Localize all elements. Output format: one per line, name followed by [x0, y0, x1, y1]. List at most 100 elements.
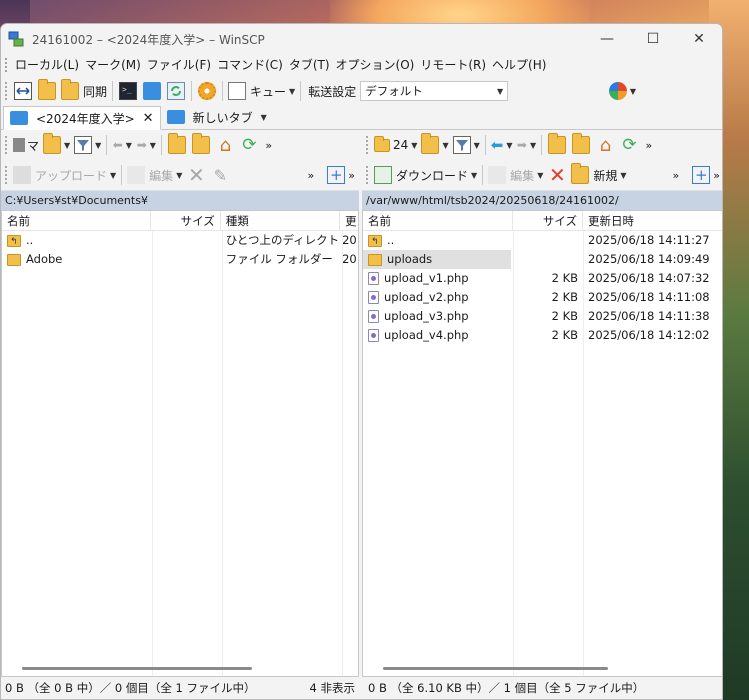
list-item[interactable]: .. 2025/06/18 14:11:27: [363, 231, 722, 250]
toolbar-overflow-icon[interactable]: »: [308, 169, 315, 182]
remote-back-button[interactable]: ⬅ ▼: [489, 133, 515, 157]
local-edit-button[interactable]: 編集 ▼: [125, 163, 184, 187]
minimize-button[interactable]: —: [584, 24, 630, 54]
synchronize-browsing-button[interactable]: [35, 79, 59, 103]
toolbar-grip[interactable]: [366, 136, 369, 154]
hidden-files-status[interactable]: 4 非表示: [310, 680, 355, 696]
list-item[interactable]: upload_v4.php 2 KB 2025/06/18 14:12:02: [363, 326, 722, 345]
queue-button[interactable]: キュー ▼: [226, 79, 297, 103]
menu-command[interactable]: コマンド(C): [214, 55, 286, 75]
local-new-button[interactable]: +: [324, 163, 348, 187]
toolbar-overflow-icon[interactable]: »: [265, 139, 272, 152]
synchronize-button[interactable]: 同期: [59, 79, 109, 103]
preferences-button[interactable]: [195, 79, 219, 103]
menu-help[interactable]: ヘルプ(H): [489, 55, 549, 75]
open-terminal-button[interactable]: [116, 79, 140, 103]
local-col-type[interactable]: 種類: [221, 211, 341, 231]
title-bar[interactable]: 24161002 – <2024年度入学> – WinSCP — ☐ ✕: [1, 24, 722, 54]
local-open-directory-button[interactable]: ▼: [41, 133, 72, 157]
local-list-header: 名前 ^ サイズ 種類 更: [2, 211, 358, 231]
winscp-app-icon: [8, 31, 24, 47]
menu-file[interactable]: ファイル(F): [144, 55, 214, 75]
close-icon[interactable]: ✕: [143, 111, 154, 126]
remote-root-directory-button[interactable]: [569, 133, 593, 157]
list-item[interactable]: .. ひとつ上のディレクトリ 20: [2, 231, 358, 250]
menu-remote[interactable]: リモート(R): [417, 55, 489, 75]
download-icon: [374, 166, 392, 184]
chevron-down-icon: ▼: [442, 140, 449, 150]
remote-path-combo[interactable]: 24 ▼: [372, 133, 419, 157]
local-parent-directory-button[interactable]: [165, 133, 189, 157]
remote-refresh-button[interactable]: ⟳: [617, 133, 641, 157]
file-name: upload_v3.php: [384, 309, 469, 323]
remote-filter-button[interactable]: ▼: [451, 133, 482, 157]
toolbar-separator: [191, 81, 193, 101]
gear-icon: [198, 82, 217, 100]
php-file-icon: [368, 329, 379, 342]
toolbar-overflow-icon[interactable]: »: [645, 139, 652, 152]
menubar-grip[interactable]: [5, 58, 8, 72]
local-filter-button[interactable]: ▼: [72, 133, 103, 157]
download-button[interactable]: ダウンロード ▼: [372, 163, 479, 187]
remote-parent-directory-button[interactable]: [545, 133, 569, 157]
refresh-session-button[interactable]: [164, 79, 188, 103]
maximize-button[interactable]: ☐: [630, 24, 676, 54]
menu-mark[interactable]: マーク(M): [82, 55, 144, 75]
toolbar-grip[interactable]: [5, 82, 8, 100]
remote-forward-button[interactable]: ➡ ▼: [514, 133, 538, 157]
local-path-combo[interactable]: マ: [11, 133, 41, 157]
list-item[interactable]: upload_v1.php 2 KB 2025/06/18 14:07:32: [363, 269, 722, 288]
remote-col-changed[interactable]: 更新日時: [583, 211, 722, 231]
download-label: ダウンロード: [396, 168, 469, 183]
remote-delete-button[interactable]: ✕: [545, 163, 569, 187]
toolbar-grip[interactable]: [366, 166, 369, 184]
local-path-bar[interactable]: C:¥Users¥st¥Documents¥: [1, 190, 359, 210]
local-refresh-button[interactable]: ⟳: [237, 133, 261, 157]
toolbar-grip[interactable]: [5, 136, 8, 154]
toolbar-overflow-icon[interactable]: »: [713, 169, 720, 182]
remote-col-size[interactable]: サイズ: [513, 211, 583, 231]
local-home-button[interactable]: ⌂: [213, 133, 237, 157]
remote-file-list[interactable]: 名前 ^ サイズ 更新日時 .. 2025/06/18 14:11:27 upl…: [362, 210, 722, 677]
remote-home-button[interactable]: ⌂: [593, 133, 617, 157]
list-item[interactable]: upload_v2.php 2 KB 2025/06/18 14:11:08: [363, 288, 722, 307]
transfer-settings-select[interactable]: デフォルト ▼: [360, 81, 509, 101]
toolbar-overflow-icon[interactable]: »: [673, 169, 680, 182]
folder-icon: [374, 135, 390, 152]
tab-new[interactable]: 新しいタブ ▼: [161, 105, 273, 129]
open-putty-button[interactable]: [140, 79, 164, 103]
tab-session[interactable]: <2024年度入学> ✕: [3, 106, 161, 130]
list-item[interactable]: uploads 2025/06/18 14:09:49: [363, 250, 722, 269]
remote-horizontal-scrollbar[interactable]: [383, 667, 608, 670]
local-col-size[interactable]: サイズ: [151, 211, 221, 231]
remote-new-button[interactable]: 新規 ▼: [569, 163, 628, 187]
menu-tab[interactable]: タブ(T): [286, 55, 333, 75]
remote-path-bar[interactable]: /var/www/html/tsb2024/20250618/24161002/: [362, 190, 722, 210]
upload-button[interactable]: アップロード ▼: [11, 163, 118, 187]
local-horizontal-scrollbar[interactable]: [22, 667, 252, 670]
close-window-button[interactable]: ✕: [676, 24, 722, 54]
file-name: upload_v2.php: [384, 290, 469, 304]
toolbar-overflow-icon[interactable]: »: [348, 169, 355, 182]
menu-local[interactable]: ローカル(L): [12, 55, 82, 75]
remote-edit-button[interactable]: 編集 ▼: [486, 163, 545, 187]
remote-open-directory-button[interactable]: ▼: [419, 133, 450, 157]
menu-options[interactable]: オプション(O): [333, 55, 418, 75]
local-col-changed[interactable]: 更: [340, 211, 358, 231]
toolbar-grip[interactable]: [5, 166, 8, 184]
local-delete-button[interactable]: ✕: [184, 163, 208, 187]
local-back-button[interactable]: ⬅ ▼: [110, 133, 134, 157]
local-forward-button[interactable]: ➡ ▼: [134, 133, 158, 157]
list-item[interactable]: Adobe ファイル フォルダー 20: [2, 250, 358, 269]
list-item[interactable]: upload_v3.php 2 KB 2025/06/18 14:11:38: [363, 307, 722, 326]
local-pane: マ ▼ ▼ ⬅ ▼ ➡ ▼ ⌂ ⟳ » アップロード ▼ 編集 ▼ ✕ ✎ » …: [1, 130, 359, 677]
auto-sync-button[interactable]: ▼: [607, 79, 638, 103]
local-root-directory-button[interactable]: [189, 133, 213, 157]
remote-selection-status: 0 B （全 6.10 KB 中）／ 1 個目（全 5 ファイル中）: [368, 681, 645, 695]
home-icon: ⌂: [599, 134, 612, 156]
local-file-list[interactable]: 名前 ^ サイズ 種類 更 .. ひとつ上のディレクトリ 20 Adobe: [1, 210, 359, 677]
local-rename-button[interactable]: ✎: [208, 163, 232, 187]
sync-label: 同期: [83, 84, 108, 99]
compare-directories-button[interactable]: [11, 79, 35, 103]
remote-add-button[interactable]: +: [689, 163, 713, 187]
